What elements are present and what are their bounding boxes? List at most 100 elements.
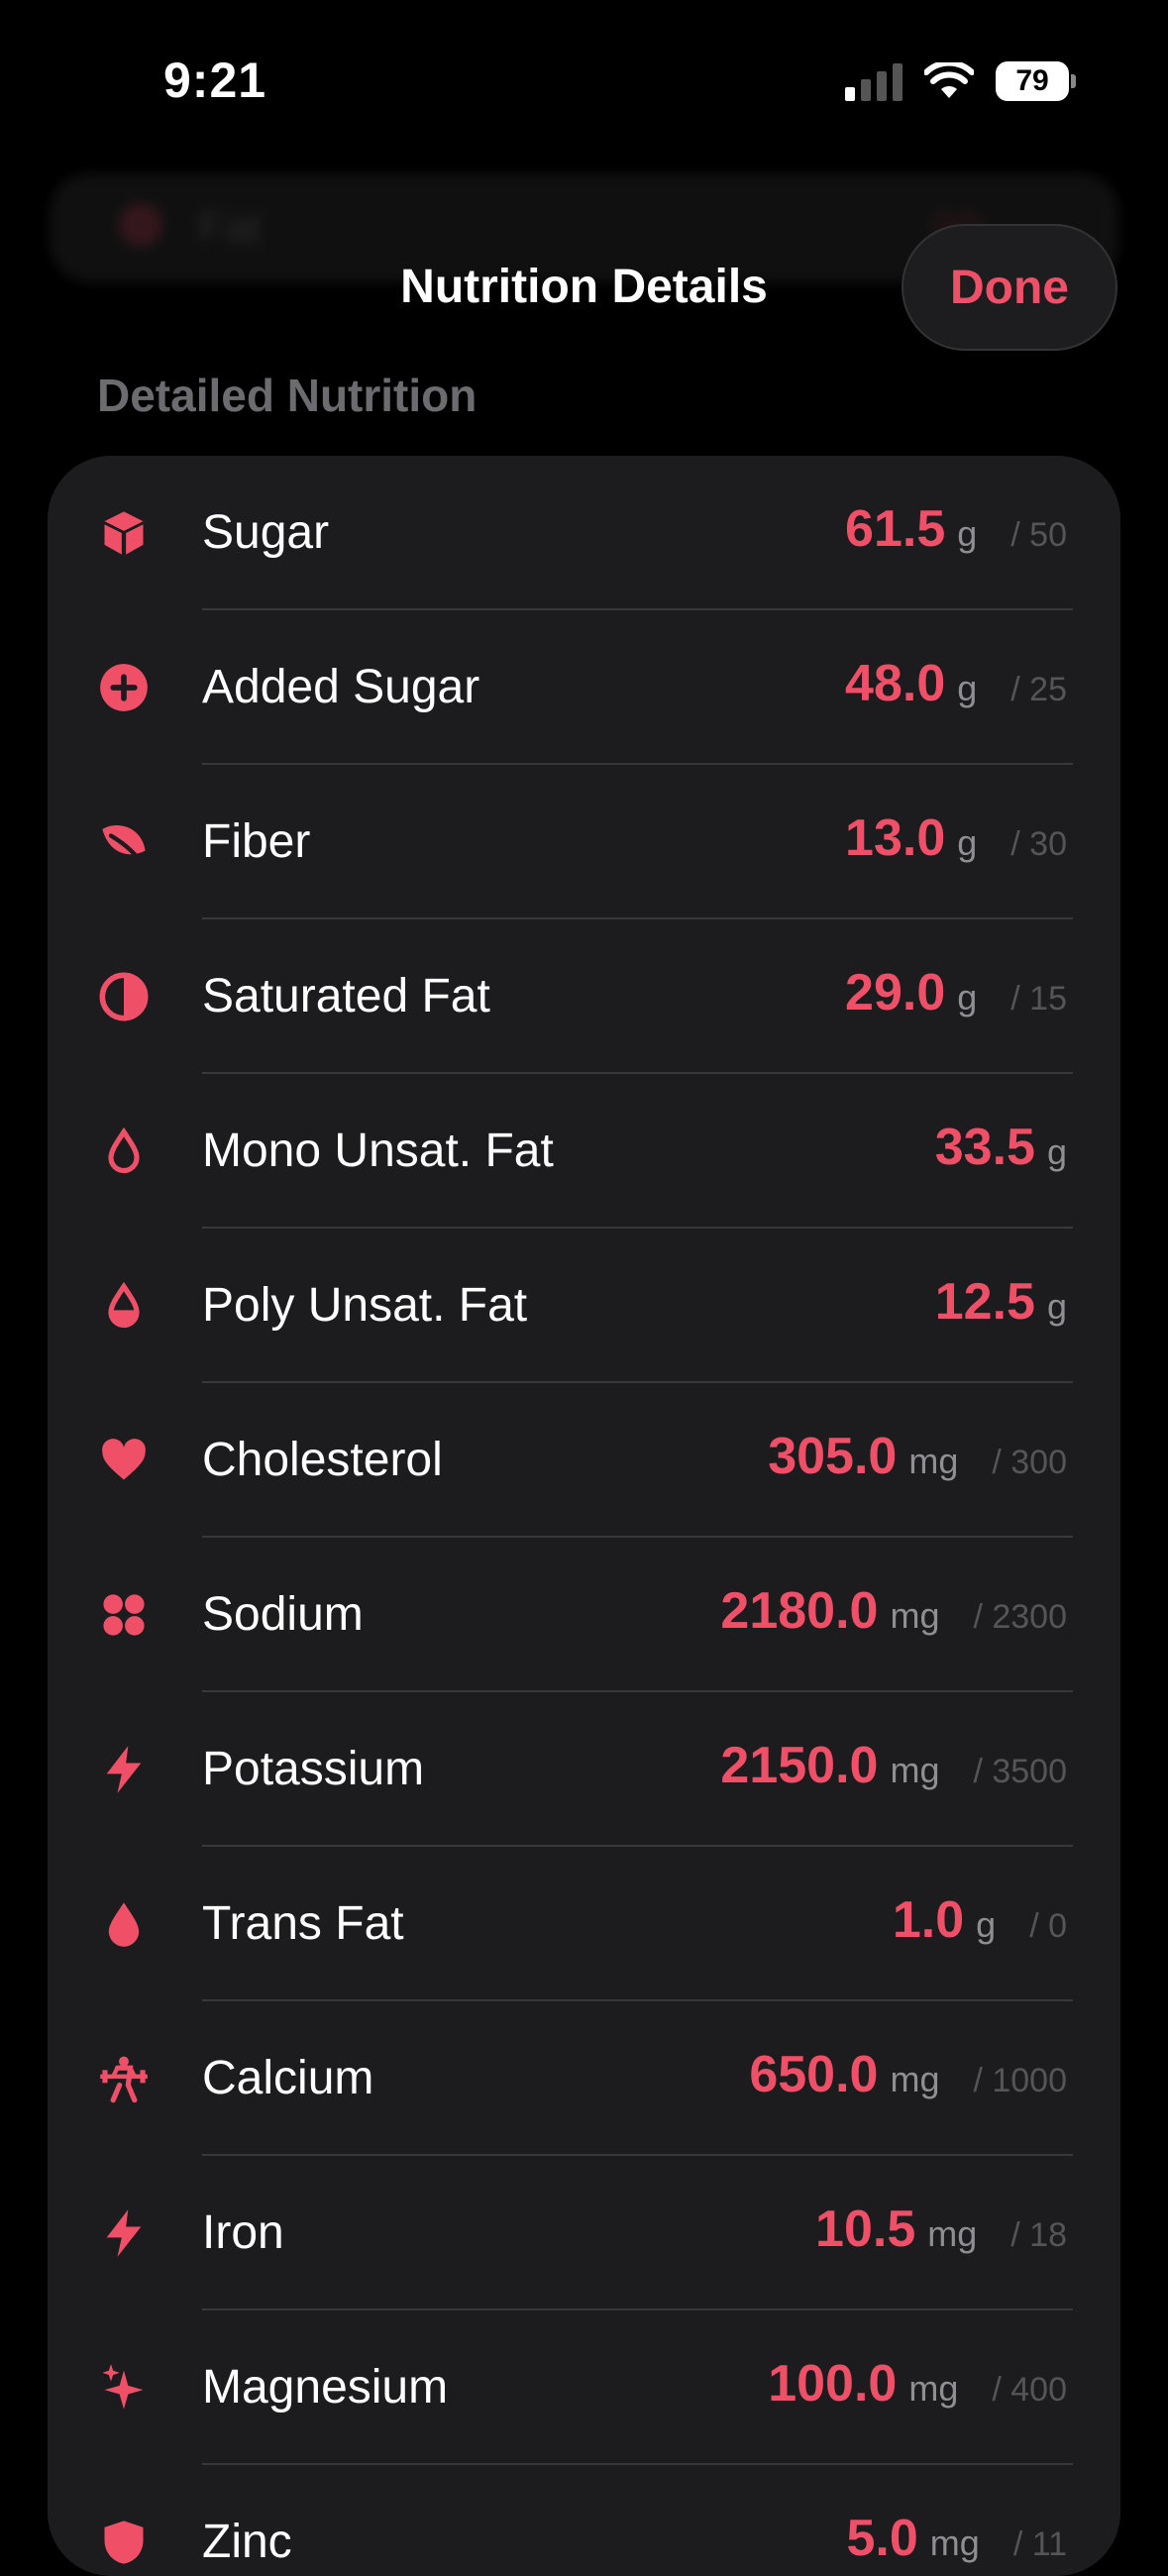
nutrient-goal: / 300 — [992, 1444, 1067, 1481]
nutrient-amount: 305.0 mg / 300 — [768, 1427, 1067, 1486]
nutrient-row-iron[interactable]: Iron 10.5 mg / 18 — [48, 2156, 1120, 2310]
nutrient-unit: mg — [927, 2213, 978, 2254]
cellular-signal-icon — [845, 61, 903, 101]
drop-half-icon — [98, 1280, 150, 1332]
nutrient-label: Added Sugar — [202, 661, 480, 713]
heart-icon — [98, 1435, 150, 1486]
nutrient-label: Sugar — [202, 506, 330, 559]
nutrient-label: Poly Unsat. Fat — [202, 1279, 528, 1332]
status-bar: 9:21 79 — [0, 0, 1168, 168]
sparkles-icon — [98, 2362, 150, 2414]
nutrient-row-sodium[interactable]: Sodium 2180.0 mg / 2300 — [48, 1538, 1120, 1692]
nutrient-row-poly-unsat-fat[interactable]: Poly Unsat. Fat 12.5 g — [48, 1229, 1120, 1383]
nutrient-unit: mg — [890, 2059, 940, 2099]
nutrient-amount: 29.0 g / 15 — [845, 963, 1067, 1022]
nutrient-label: Iron — [202, 2206, 284, 2259]
wifi-icon — [924, 62, 974, 98]
nutrient-goal: / 11 — [1012, 2525, 1067, 2563]
nutrient-unit: mg — [890, 1595, 940, 1636]
nutrient-unit: g — [957, 822, 978, 863]
nutrient-row-zinc[interactable]: Zinc 5.0 mg / 11 — [48, 2465, 1120, 2576]
nutrient-unit: mg — [929, 2522, 980, 2563]
shield-icon — [98, 2517, 150, 2568]
nutrient-amount: 61.5 g / 50 — [845, 499, 1067, 559]
nutrient-goal: / 1000 — [973, 2062, 1067, 2099]
nutrient-row-fiber[interactable]: Fiber 13.0 g / 30 — [48, 765, 1120, 919]
nutrient-value: 48.0 — [845, 655, 946, 712]
nutrient-label: Trans Fat — [202, 1897, 404, 1950]
nutrient-label: Potassium — [202, 1743, 425, 1795]
nutrient-goal: / 25 — [1010, 671, 1067, 708]
nutrient-amount: 5.0 mg / 11 — [847, 2509, 1068, 2568]
nutrient-value: 33.5 — [934, 1119, 1035, 1176]
nutrient-amount: 12.5 g — [935, 1272, 1067, 1332]
weightlifter-icon — [98, 2053, 150, 2104]
four-dots-icon — [98, 1589, 150, 1641]
nutrient-goal: / 18 — [1010, 2216, 1067, 2254]
nutrient-goal: / 0 — [1029, 1907, 1067, 1945]
nutrient-row-calcium[interactable]: Calcium 650.0 mg / 1000 — [48, 2001, 1120, 2156]
nutrient-value: 650.0 — [749, 2046, 879, 2103]
nutrient-unit: g — [1046, 1131, 1067, 1172]
nutrient-row-sugar[interactable]: Sugar 61.5 g / 50 — [48, 456, 1120, 610]
nutrient-label: Calcium — [202, 2052, 374, 2104]
nutrient-amount: 48.0 g / 25 — [845, 654, 1067, 713]
nutrient-unit: g — [957, 977, 978, 1018]
nutrient-row-trans-fat[interactable]: Trans Fat 1.0 g / 0 — [48, 1847, 1120, 2001]
nutrient-amount: 650.0 mg / 1000 — [749, 2045, 1067, 2104]
background-row-icon — [119, 203, 162, 247]
nutrient-amount: 2150.0 mg / 3500 — [720, 1736, 1067, 1795]
done-button[interactable]: Done — [902, 224, 1117, 351]
nutrient-goal: / 400 — [992, 2371, 1067, 2409]
nutrient-unit: g — [957, 513, 978, 554]
nutrient-value: 12.5 — [934, 1273, 1035, 1331]
bolt-icon — [98, 1744, 150, 1795]
bolt-icon — [98, 2207, 150, 2259]
nutrient-unit: mg — [908, 1441, 959, 1481]
nutrient-value: 2180.0 — [720, 1582, 879, 1640]
battery-icon: 79 — [996, 61, 1076, 101]
nutrient-goal: / 15 — [1010, 980, 1067, 1018]
nutrient-amount: 2180.0 mg / 2300 — [720, 1581, 1067, 1641]
drop-filled-icon — [98, 1898, 150, 1950]
nutrient-amount: 10.5 mg / 18 — [815, 2200, 1067, 2259]
nutrition-list: Sugar 61.5 g / 50 Added Sugar 48.0 g / 25 Fiber 1… — [48, 456, 1120, 2576]
section-header: Detailed Nutrition — [97, 370, 478, 421]
nutrient-amount: 100.0 mg / 400 — [768, 2354, 1067, 2414]
leaf-icon — [98, 816, 150, 868]
nutrient-label: Saturated Fat — [202, 970, 490, 1022]
nutrient-row-potassium[interactable]: Potassium 2150.0 mg / 3500 — [48, 1692, 1120, 1847]
nutrient-value: 1.0 — [892, 1891, 965, 1949]
nutrient-unit: g — [976, 1904, 997, 1945]
nutrient-label: Magnesium — [202, 2361, 449, 2414]
nutrient-value: 29.0 — [845, 964, 946, 1021]
background-row-label: Fat — [198, 203, 262, 252]
nutrient-row-mono-unsat-fat[interactable]: Mono Unsat. Fat 33.5 g — [48, 1074, 1120, 1229]
nutrient-label: Zinc — [202, 2516, 292, 2568]
nutrient-row-saturated-fat[interactable]: Saturated Fat 29.0 g / 15 — [48, 919, 1120, 1074]
half-circle-icon — [98, 971, 150, 1022]
cube-icon — [98, 507, 150, 559]
nutrient-unit: g — [1046, 1286, 1067, 1327]
nutrient-row-added-sugar[interactable]: Added Sugar 48.0 g / 25 — [48, 610, 1120, 765]
nutrient-value: 5.0 — [846, 2510, 918, 2567]
plus-circle-icon — [98, 662, 150, 713]
nutrient-unit: g — [957, 668, 978, 708]
nutrient-goal: / 30 — [1010, 825, 1067, 863]
nutrient-value: 61.5 — [845, 500, 946, 558]
nutrient-goal: / 3500 — [973, 1753, 1067, 1790]
nutrient-value: 13.0 — [845, 809, 946, 867]
nutrient-value: 100.0 — [768, 2355, 898, 2413]
nutrient-amount: 13.0 g / 30 — [845, 808, 1067, 868]
nutrient-value: 10.5 — [815, 2200, 916, 2258]
nutrient-unit: mg — [908, 2368, 959, 2409]
nutrient-row-magnesium[interactable]: Magnesium 100.0 mg / 400 — [48, 2310, 1120, 2465]
drop-outline-icon — [98, 1126, 150, 1177]
nutrient-amount: 1.0 g / 0 — [893, 1890, 1067, 1950]
nutrient-goal: / 2300 — [973, 1598, 1067, 1636]
status-icons: 79 — [845, 61, 1076, 101]
nutrient-unit: mg — [890, 1750, 940, 1790]
nutrient-label: Fiber — [202, 815, 311, 868]
nutrient-row-cholesterol[interactable]: Cholesterol 305.0 mg / 300 — [48, 1383, 1120, 1538]
nutrient-amount: 33.5 g — [935, 1118, 1067, 1177]
